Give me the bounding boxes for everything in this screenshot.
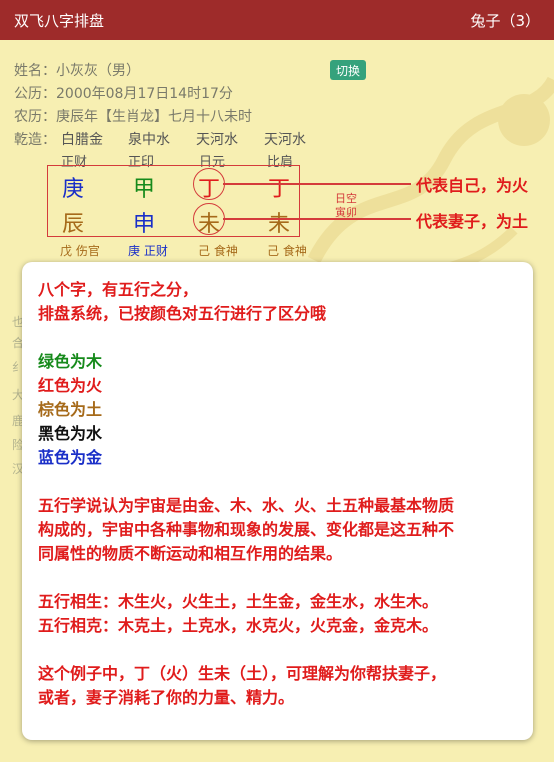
- theory-line-3: 同属性的物质不断运动和相互作用的结果。: [38, 544, 343, 563]
- nayin-2: 泉中水: [128, 132, 170, 148]
- dizhi-hour: 未: [268, 212, 291, 237]
- app-header: 双飞八字排盘 兔子（3）: [0, 0, 554, 40]
- tiangan-month: 甲: [133, 177, 156, 202]
- tiangan-hour: 丁: [268, 177, 291, 202]
- theory-line-1: 五行学说认为宇宙是由金、木、水、火、土五种最基本物质: [38, 496, 455, 515]
- panel-intro-line-2: 排盘系统，已按颜色对五行进行了区分哦: [38, 304, 327, 323]
- nongli-value: 庚辰年【生肖龙】七月十八未时: [56, 109, 252, 125]
- dizhi-year: 辰: [62, 212, 85, 237]
- header-right-label[interactable]: 兔子（3）: [470, 10, 540, 31]
- explanation-panel: 八个字，有五行之分， 排盘系统，已按颜色对五行进行了区分哦 绿色为木 红色为火 …: [22, 262, 533, 740]
- nayin-3: 天河水: [196, 132, 238, 148]
- canggan-year: 戊 伤官: [60, 244, 100, 258]
- example-line-1: 这个例子中，丁（火）生未（土），可理解为你帮扶妻子，: [38, 664, 447, 683]
- sheng-line: 五行相生：木生火，火生土，土生金，金生水，水生木。: [38, 592, 439, 611]
- wife-pointer-line: [223, 218, 411, 220]
- name-value: 小灰灰（男）: [56, 63, 140, 79]
- nayin-4: 天河水: [264, 132, 306, 148]
- dizhi-month: 申: [133, 212, 156, 237]
- legend-metal: 蓝色为金: [38, 448, 103, 467]
- panel-intro-line-1: 八个字，有五行之分，: [38, 280, 199, 299]
- example-line-2: 或者，妻子消耗了你的力量、精力。: [38, 688, 295, 707]
- legend-wood: 绿色为木: [38, 352, 103, 371]
- day-branch-highlight-circle: [193, 203, 225, 235]
- app-title: 双飞八字排盘: [14, 11, 105, 30]
- gongli-value: 2000年08月17日14时17分: [56, 86, 233, 102]
- canggan-hour: 己 食神: [267, 244, 307, 258]
- legend-fire: 红色为火: [38, 376, 103, 395]
- nayin-1: 白腊金: [61, 132, 103, 148]
- bazi-chart-box: [47, 165, 300, 237]
- self-pointer-line: [223, 183, 411, 185]
- nongli-row: 农历：庚辰年【生肖龙】七月十八未时: [14, 109, 252, 125]
- switch-button[interactable]: 切换: [330, 60, 366, 80]
- legend-earth: 棕色为土: [38, 400, 103, 419]
- gongli-row: 公历：2000年08月17日14时17分: [14, 86, 233, 102]
- self-annotation: 代表自己，为火: [416, 176, 529, 195]
- theory-line-2: 构成的，宇宙中各种事物和现象的发展、变化都是这五种不: [38, 520, 455, 539]
- canggan-month: 庚 正财: [128, 244, 168, 258]
- canggan-day: 己 食神: [198, 244, 238, 258]
- qianzao-label: 乾造：: [14, 132, 56, 148]
- kongwang-value: 寅卯: [335, 206, 357, 219]
- wife-annotation: 代表妻子，为土: [416, 212, 529, 231]
- ke-line: 五行相克：木克土，土克水，水克火，火克金，金克木。: [38, 616, 439, 635]
- tiangan-year: 庚: [62, 177, 85, 202]
- name-row: 姓名：小灰灰（男）: [14, 63, 140, 79]
- day-stem-highlight-circle: [193, 168, 225, 200]
- legend-water: 黑色为水: [38, 424, 103, 443]
